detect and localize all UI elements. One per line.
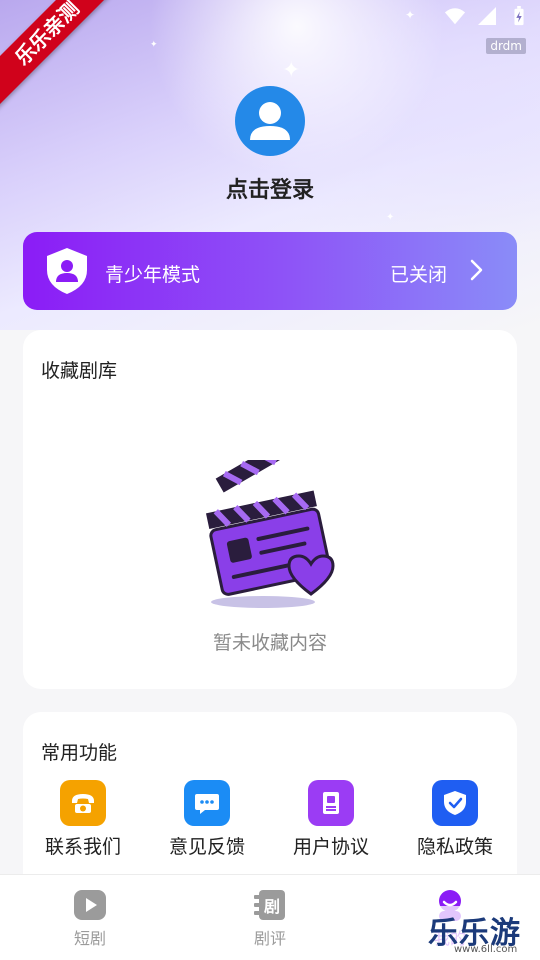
user-icon [250, 102, 290, 140]
functions-title: 常用功能 [41, 742, 118, 764]
watermark-url: www.6ll.com [454, 944, 518, 955]
battery-icon [514, 6, 524, 26]
avatar[interactable] [235, 86, 305, 156]
signal-icon [478, 7, 496, 25]
favorites-card: 收藏剧库 暂未收藏内容 [23, 330, 517, 689]
privacy-policy-label: 隐私政策 [416, 836, 493, 858]
tab-review[interactable]: 剧 剧评 [210, 889, 330, 949]
functions-grid: 联系我们 意见反馈 用户协议 隐私政策 [23, 780, 517, 859]
privacy-policy-button[interactable]: 隐私政策 [393, 780, 517, 859]
status-label: drdm [486, 38, 526, 54]
clapperboard-icon [205, 460, 335, 608]
favorites-title: 收藏剧库 [41, 360, 118, 382]
youth-shield-icon [47, 248, 87, 294]
login-link[interactable]: 点击登录 [0, 172, 540, 204]
tab-label: 短剧 [73, 929, 106, 948]
document-icon [308, 780, 354, 826]
chevron-right-icon [470, 259, 483, 281]
contact-us-label: 联系我们 [44, 836, 121, 858]
sparkle-icon: ✦ [386, 212, 395, 223]
contact-us-button[interactable]: 联系我们 [21, 780, 145, 859]
feedback-button[interactable]: 意见反馈 [145, 780, 269, 859]
tab-label: 剧评 [253, 929, 286, 948]
tab-short-drama[interactable]: 短剧 [30, 889, 150, 949]
wifi-icon [444, 8, 466, 25]
svg-text:剧: 剧 [264, 897, 280, 916]
shield-check-icon [432, 780, 478, 826]
favorites-empty-text: 暂未收藏内容 [212, 632, 327, 654]
youth-mode-card[interactable]: 青少年模式 已关闭 [23, 232, 517, 310]
status-bar [444, 6, 530, 26]
sparkle-icon: ✦ [405, 8, 416, 22]
chat-icon [184, 780, 230, 826]
sparkle-icon: ✦ [150, 40, 158, 50]
user-agreement-button[interactable]: 用户协议 [269, 780, 393, 859]
phone-icon [60, 780, 106, 826]
youth-mode-title: 青少年模式 [105, 264, 201, 286]
youth-mode-status: 已关闭 [389, 264, 447, 286]
play-icon [74, 890, 106, 920]
user-agreement-label: 用户协议 [292, 836, 369, 858]
sparkle-icon: ✦ [282, 58, 301, 83]
review-icon: 剧 [254, 890, 285, 920]
feedback-label: 意见反馈 [168, 836, 245, 858]
site-watermark: 乐乐游戏 www.6ll.com [424, 906, 540, 960]
